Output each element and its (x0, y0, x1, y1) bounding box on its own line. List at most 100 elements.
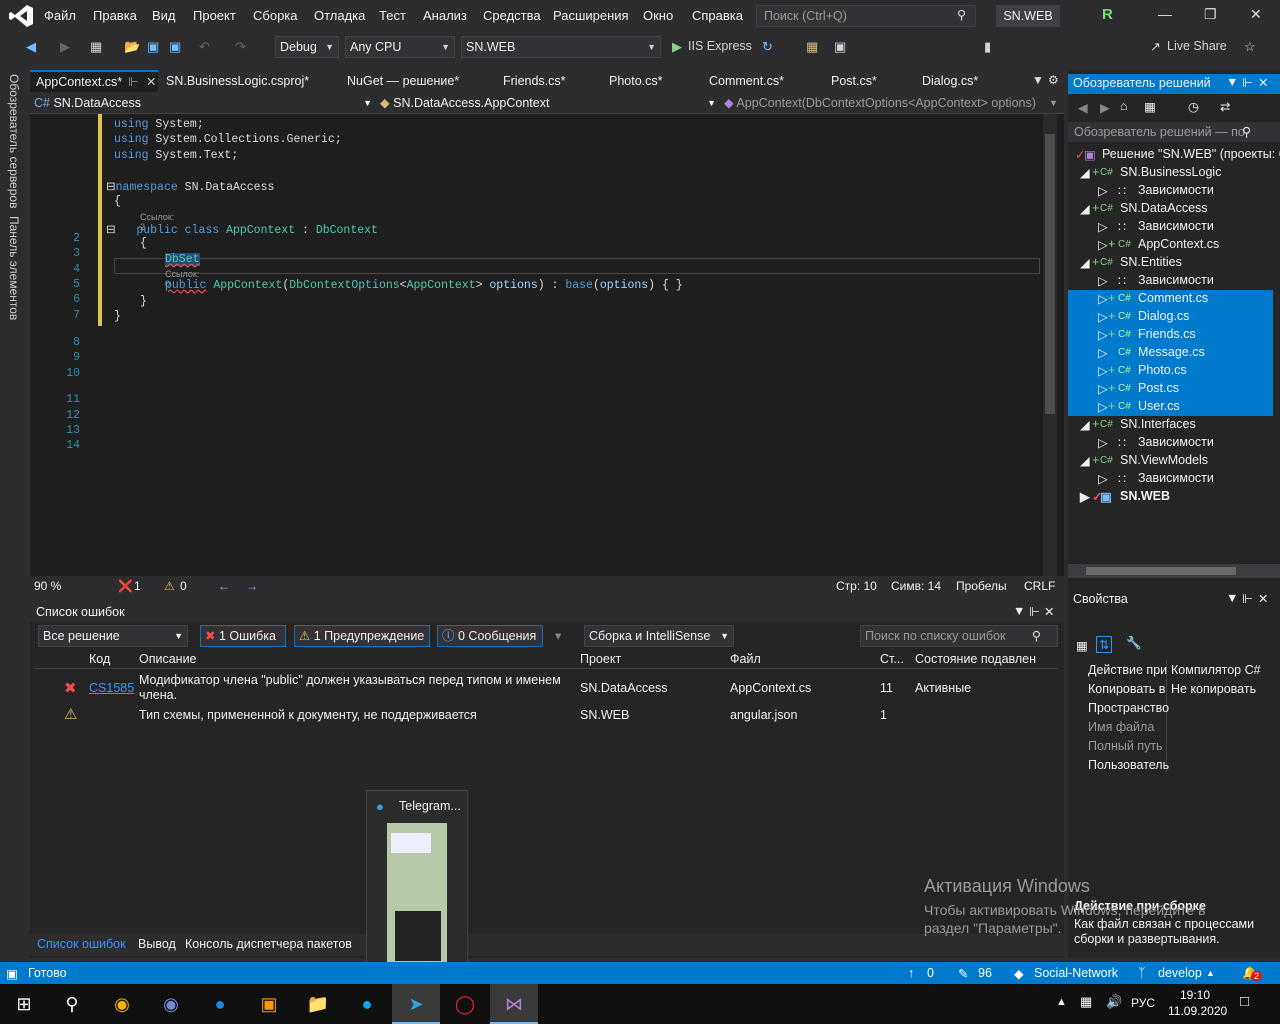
next-issue-icon[interactable]: → (246, 579, 258, 593)
forward-icon[interactable]: ▶ (1100, 100, 1110, 115)
output-icon[interactable]: ▣ (6, 966, 18, 981)
errors-filter-button[interactable]: ✖ 1 Ошибка (200, 625, 286, 647)
menu-help[interactable]: Справка (692, 8, 743, 23)
tree-item-dependencies[interactable]: ▷ ∷ Зависимости (1068, 272, 1273, 290)
zoom-select[interactable]: 90 % (34, 579, 61, 593)
menu-tools[interactable]: Средства (483, 8, 541, 23)
chrome-icon[interactable]: ◉ (98, 984, 146, 1024)
language-indicator[interactable]: РУС (1131, 996, 1155, 1010)
tree-item-dependencies[interactable]: ▷ ∷ Зависимости (1068, 182, 1273, 200)
clock-date[interactable]: 11.09.2020 (1168, 1004, 1227, 1018)
menu-edit[interactable]: Правка (93, 8, 137, 23)
minimize-icon[interactable]: — (1158, 6, 1172, 22)
pencil-icon[interactable]: ✎ (958, 966, 968, 981)
alphabetical-icon[interactable]: ⇅ (1096, 636, 1113, 653)
refresh-icon[interactable]: ↻ (762, 39, 773, 55)
maps-icon[interactable]: ● (196, 984, 244, 1024)
browse-icon[interactable]: ▦ (806, 39, 818, 55)
panel-menu-icon[interactable]: ▼ (1226, 591, 1238, 605)
clock-time[interactable]: 19:10 (1180, 988, 1210, 1002)
tree-item-file[interactable]: ▷ C# Message.cs (1068, 344, 1273, 362)
discord-icon[interactable]: ◉ (147, 984, 195, 1024)
filter-icon[interactable]: ▾ (555, 628, 561, 643)
tab-comment[interactable]: Comment.cs* (703, 70, 784, 92)
save-all-icon[interactable]: ▣ (169, 39, 181, 55)
tab-appcontext[interactable]: AppContext.cs* ⊩ ✕ (30, 70, 158, 92)
repository-name[interactable]: Social-Network (1034, 966, 1118, 980)
tree-item-startup-project[interactable]: ▶ ✓ ▣ SN.WEB (1068, 488, 1273, 506)
branch-icon[interactable]: ᛉ (1138, 966, 1146, 980)
switch-views-icon[interactable]: ▦ (1144, 99, 1156, 114)
warning-count[interactable]: 0 (180, 579, 187, 593)
messages-filter-button[interactable]: ⓘ 0 Сообщения (437, 625, 543, 647)
search-icon[interactable]: ⚲ (48, 984, 96, 1024)
avatar[interactable]: R (1102, 6, 1122, 26)
tab-output[interactable]: Вывод (138, 937, 176, 951)
forward-icon[interactable]: ▶ (60, 39, 70, 55)
back-icon[interactable]: ◀ (26, 39, 36, 55)
panel-menu-icon[interactable]: ▼ (1226, 75, 1238, 89)
column-project[interactable]: Проект (580, 652, 621, 666)
tree-item-file[interactable]: ▷ + C# Photo.cs (1068, 362, 1273, 380)
solution-horizontal-scrollbar[interactable] (1068, 564, 1280, 578)
live-share-icon[interactable]: ↗ (1150, 39, 1161, 55)
error-search-input[interactable]: Поиск по списку ошибок ⚲ (860, 625, 1058, 647)
chevron-up-icon[interactable]: ▲ (1206, 968, 1215, 978)
sync-icon[interactable]: ⇄ (1220, 99, 1230, 114)
tab-businesslogic-csproj[interactable]: SN.BusinessLogic.csproj* (160, 70, 309, 92)
tree-item-file[interactable]: ▷ + C# Dialog.cs (1068, 308, 1273, 326)
property-value[interactable]: Не копировать (1171, 682, 1256, 696)
tree-item-file[interactable]: ▷ + C# AppContext.cs (1068, 236, 1273, 254)
tree-item-file[interactable]: ▷ + C# Comment.cs (1068, 290, 1273, 308)
taskbar-thumbnail-telegram[interactable]: ● Telegram... (366, 790, 468, 982)
unpushed-count[interactable]: 0 (927, 966, 934, 980)
tree-item-project[interactable]: ◢ + C# SN.ViewModels (1068, 452, 1273, 470)
pin-icon[interactable]: ⊩ (1242, 591, 1253, 606)
history-icon[interactable]: ◷ (1188, 99, 1199, 114)
close-icon[interactable]: ✕ (1250, 6, 1262, 23)
menu-window[interactable]: Окно (643, 8, 673, 23)
run-button[interactable]: IIS Express (688, 39, 752, 53)
tree-item-dependencies[interactable]: ▷ ∷ Зависимости (1068, 218, 1273, 236)
bookmark-icon[interactable]: ▮ (984, 39, 991, 55)
screenshot-icon[interactable]: ▣ (834, 39, 846, 55)
tree-item-project[interactable]: ◢ + C# SN.BusinessLogic (1068, 164, 1273, 182)
menu-file[interactable]: Файл (44, 8, 76, 23)
indent-mode[interactable]: Пробелы (956, 579, 1007, 593)
platform-select[interactable]: Any CPU ▼ (345, 36, 455, 58)
menu-build[interactable]: Сборка (253, 8, 298, 23)
error-count[interactable]: 1 (134, 579, 141, 593)
repository-icon[interactable]: ◆ (1014, 966, 1024, 981)
error-code-link[interactable]: CS1585 (89, 681, 134, 695)
pin-icon[interactable]: ⊩ (1242, 75, 1253, 90)
windows-start-icon[interactable]: ⊞ (0, 984, 48, 1024)
close-icon[interactable]: ✕ (1044, 604, 1054, 619)
volume-icon[interactable]: 🔊 (1106, 994, 1122, 1010)
column-description[interactable]: Описание (139, 652, 197, 666)
push-icon[interactable]: ↑ (908, 966, 914, 980)
editor-vertical-scrollbar[interactable] (1043, 114, 1057, 576)
open-folder-icon[interactable]: 📂 (124, 39, 140, 55)
new-project-icon[interactable]: ▦ (90, 39, 102, 55)
file-explorer-icon[interactable]: 📁 (294, 984, 342, 1024)
tab-friends[interactable]: Friends.cs* (497, 70, 566, 92)
close-icon[interactable]: ✕ (1258, 591, 1268, 606)
back-icon[interactable]: ◀ (1078, 100, 1088, 115)
menu-analyze[interactable]: Анализ (423, 8, 467, 23)
restore-icon[interactable]: ❐ (1204, 6, 1217, 23)
column-line[interactable]: Ст... (880, 652, 904, 666)
configuration-select[interactable]: Debug ▼ (275, 36, 339, 58)
tree-item-file[interactable]: ▷ + C# Friends.cs (1068, 326, 1273, 344)
visual-studio-logo-icon[interactable] (8, 4, 34, 28)
panel-menu-icon[interactable]: ▼ (1013, 604, 1025, 618)
source-select[interactable]: Сборка и IntelliSense ▼ (584, 625, 734, 647)
undo-icon[interactable]: ↶ (199, 39, 210, 55)
close-icon[interactable]: ✕ (1258, 75, 1268, 90)
column-suppression[interactable]: Состояние подавлен (915, 652, 1036, 666)
member-nav-select[interactable]: ◆ AppContext(DbContextOptions<AppContext… (724, 94, 1058, 112)
categorized-icon[interactable]: ▦ (1076, 638, 1088, 653)
tree-item-dependencies[interactable]: ▷ ∷ Зависимости (1068, 434, 1273, 452)
search-input[interactable]: Поиск (Ctrl+Q) ⚲ (756, 5, 976, 27)
gear-icon[interactable]: ⚙ (1048, 73, 1059, 87)
home-icon[interactable]: ⌂ (1120, 99, 1128, 113)
